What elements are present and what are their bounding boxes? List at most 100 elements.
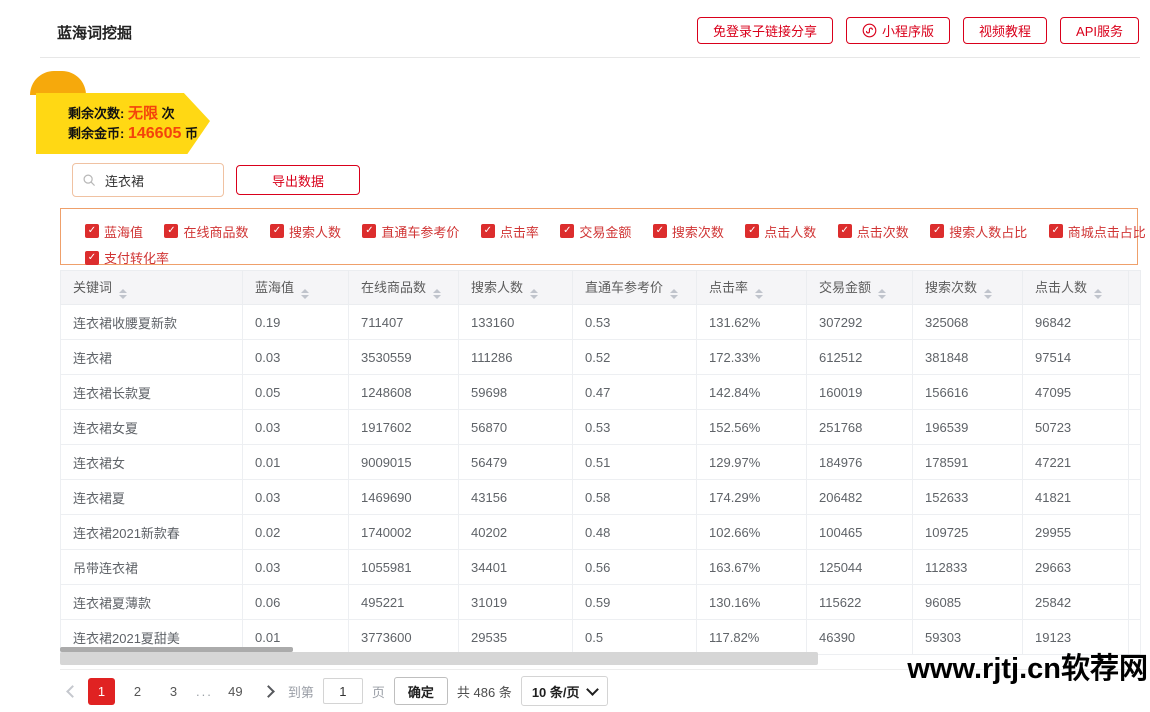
- filter-item[interactable]: 搜索人数占比: [930, 222, 1027, 241]
- checkbox-checked-icon[interactable]: [1049, 224, 1063, 238]
- col-header-searchers[interactable]: 搜索人数: [459, 271, 573, 305]
- checkbox-checked-icon[interactable]: [838, 224, 852, 238]
- cell: 100465: [807, 515, 913, 550]
- filter-item[interactable]: 搜索人数: [270, 222, 341, 241]
- col-header-search-count[interactable]: 搜索次数: [913, 271, 1023, 305]
- filter-item[interactable]: 点击率: [481, 222, 539, 241]
- remaining-coins-value: 146605: [128, 125, 181, 142]
- col-header-click-rate[interactable]: 点击率: [697, 271, 807, 305]
- cell: 56870: [459, 410, 573, 445]
- sort-icon[interactable]: [755, 289, 763, 299]
- col-header-transaction-amount[interactable]: 交易金额: [807, 271, 913, 305]
- api-service-button[interactable]: API服务: [1060, 17, 1139, 44]
- page-button-49[interactable]: 49: [222, 678, 249, 705]
- filter-item[interactable]: 交易金额: [560, 222, 631, 241]
- col-header-online-products[interactable]: 在线商品数: [349, 271, 459, 305]
- cell: 56479: [459, 445, 573, 480]
- cell: 0.03: [243, 550, 349, 585]
- stub-cell: [1129, 550, 1141, 585]
- cell: 3773600: [349, 620, 459, 655]
- checkbox-checked-icon[interactable]: [85, 251, 99, 265]
- checkbox-checked-icon[interactable]: [481, 224, 495, 238]
- filter-item[interactable]: 直通车参考价: [362, 222, 459, 241]
- filter-row-2: 支付转化率: [85, 247, 1129, 268]
- chevron-down-icon: [586, 683, 599, 696]
- table-row: 连衣裙 0.03 3530559 111286 0.52 172.33% 612…: [61, 340, 1141, 375]
- cell: 495221: [349, 585, 459, 620]
- next-page-button[interactable]: [258, 687, 279, 696]
- cell: 184976: [807, 445, 913, 480]
- checkbox-checked-icon[interactable]: [270, 224, 284, 238]
- cell: 0.19: [243, 305, 349, 340]
- cell: 0.53: [573, 305, 697, 340]
- page-button-1[interactable]: 1: [88, 678, 115, 705]
- sort-icon[interactable]: [670, 289, 678, 299]
- col-header-keyword[interactable]: 关键词: [61, 271, 243, 305]
- cell: 41821: [1023, 480, 1129, 515]
- filter-item[interactable]: 蓝海值: [85, 222, 143, 241]
- sort-icon[interactable]: [878, 289, 886, 299]
- sort-icon[interactable]: [530, 289, 538, 299]
- cell: 40202: [459, 515, 573, 550]
- checkbox-checked-icon[interactable]: [164, 224, 178, 238]
- page-button-3[interactable]: 3: [160, 678, 187, 705]
- sort-icon[interactable]: [984, 289, 992, 299]
- col-header-clickers[interactable]: 点击人数: [1023, 271, 1129, 305]
- cell: 3530559: [349, 340, 459, 375]
- page-unit-label: 页: [372, 682, 385, 701]
- checkbox-checked-icon[interactable]: [362, 224, 376, 238]
- chevron-right-icon: [262, 685, 275, 698]
- cell: 711407: [349, 305, 459, 340]
- share-link-button[interactable]: 免登录子链接分享: [697, 17, 833, 44]
- stub-cell: [1129, 480, 1141, 515]
- goto-page-input[interactable]: [323, 678, 363, 704]
- cell: 206482: [807, 480, 913, 515]
- col-header-ztc-price[interactable]: 直通车参考价: [573, 271, 697, 305]
- keyword-search-box[interactable]: [72, 163, 224, 197]
- col-header-stub: [1129, 271, 1141, 305]
- cell: 9009015: [349, 445, 459, 480]
- sort-icon[interactable]: [433, 289, 441, 299]
- cell: 1740002: [349, 515, 459, 550]
- miniprogram-button[interactable]: 小程序版: [846, 17, 950, 44]
- sort-icon[interactable]: [301, 289, 309, 299]
- checkbox-checked-icon[interactable]: [560, 224, 574, 238]
- filter-item[interactable]: 商城点击占比: [1049, 222, 1146, 241]
- cell: 112833: [913, 550, 1023, 585]
- checkbox-checked-icon[interactable]: [85, 224, 99, 238]
- confirm-button[interactable]: 确定: [394, 677, 448, 705]
- keyword-search-input[interactable]: [103, 172, 217, 189]
- cell: 196539: [913, 410, 1023, 445]
- cell: 0.03: [243, 480, 349, 515]
- cell: 178591: [913, 445, 1023, 480]
- cell: 96085: [913, 585, 1023, 620]
- filter-item[interactable]: 支付转化率: [85, 248, 169, 267]
- prev-page-button[interactable]: [66, 687, 79, 696]
- filter-item[interactable]: 在线商品数: [164, 222, 248, 241]
- filter-item[interactable]: 点击人数: [745, 222, 816, 241]
- table-row: 吊带连衣裙 0.03 1055981 34401 0.56 163.67% 12…: [61, 550, 1141, 585]
- cell: 0.01: [243, 445, 349, 480]
- filter-item[interactable]: 搜索次数: [653, 222, 724, 241]
- stub-cell: [1129, 410, 1141, 445]
- video-tutorial-button[interactable]: 视频教程: [963, 17, 1047, 44]
- checkbox-checked-icon[interactable]: [745, 224, 759, 238]
- sort-icon[interactable]: [119, 289, 127, 299]
- page-size-select[interactable]: 10 条/页: [521, 676, 608, 706]
- cell: 0.51: [573, 445, 697, 480]
- filter-item[interactable]: 点击次数: [838, 222, 909, 241]
- cell: 0.59: [573, 585, 697, 620]
- stub-cell: [1129, 340, 1141, 375]
- cell: 325068: [913, 305, 1023, 340]
- checkbox-checked-icon[interactable]: [930, 224, 944, 238]
- col-header-blue-ocean-value[interactable]: 蓝海值: [243, 271, 349, 305]
- sort-icon[interactable]: [1094, 289, 1102, 299]
- keyword-cell: 吊带连衣裙: [61, 550, 243, 585]
- total-count-label: 共 486 条: [457, 682, 512, 701]
- horizontal-scrollbar-track[interactable]: [60, 652, 818, 665]
- checkbox-checked-icon[interactable]: [653, 224, 667, 238]
- export-data-button[interactable]: 导出数据: [236, 165, 360, 195]
- cell: 0.47: [573, 375, 697, 410]
- page-button-2[interactable]: 2: [124, 678, 151, 705]
- cell: 29955: [1023, 515, 1129, 550]
